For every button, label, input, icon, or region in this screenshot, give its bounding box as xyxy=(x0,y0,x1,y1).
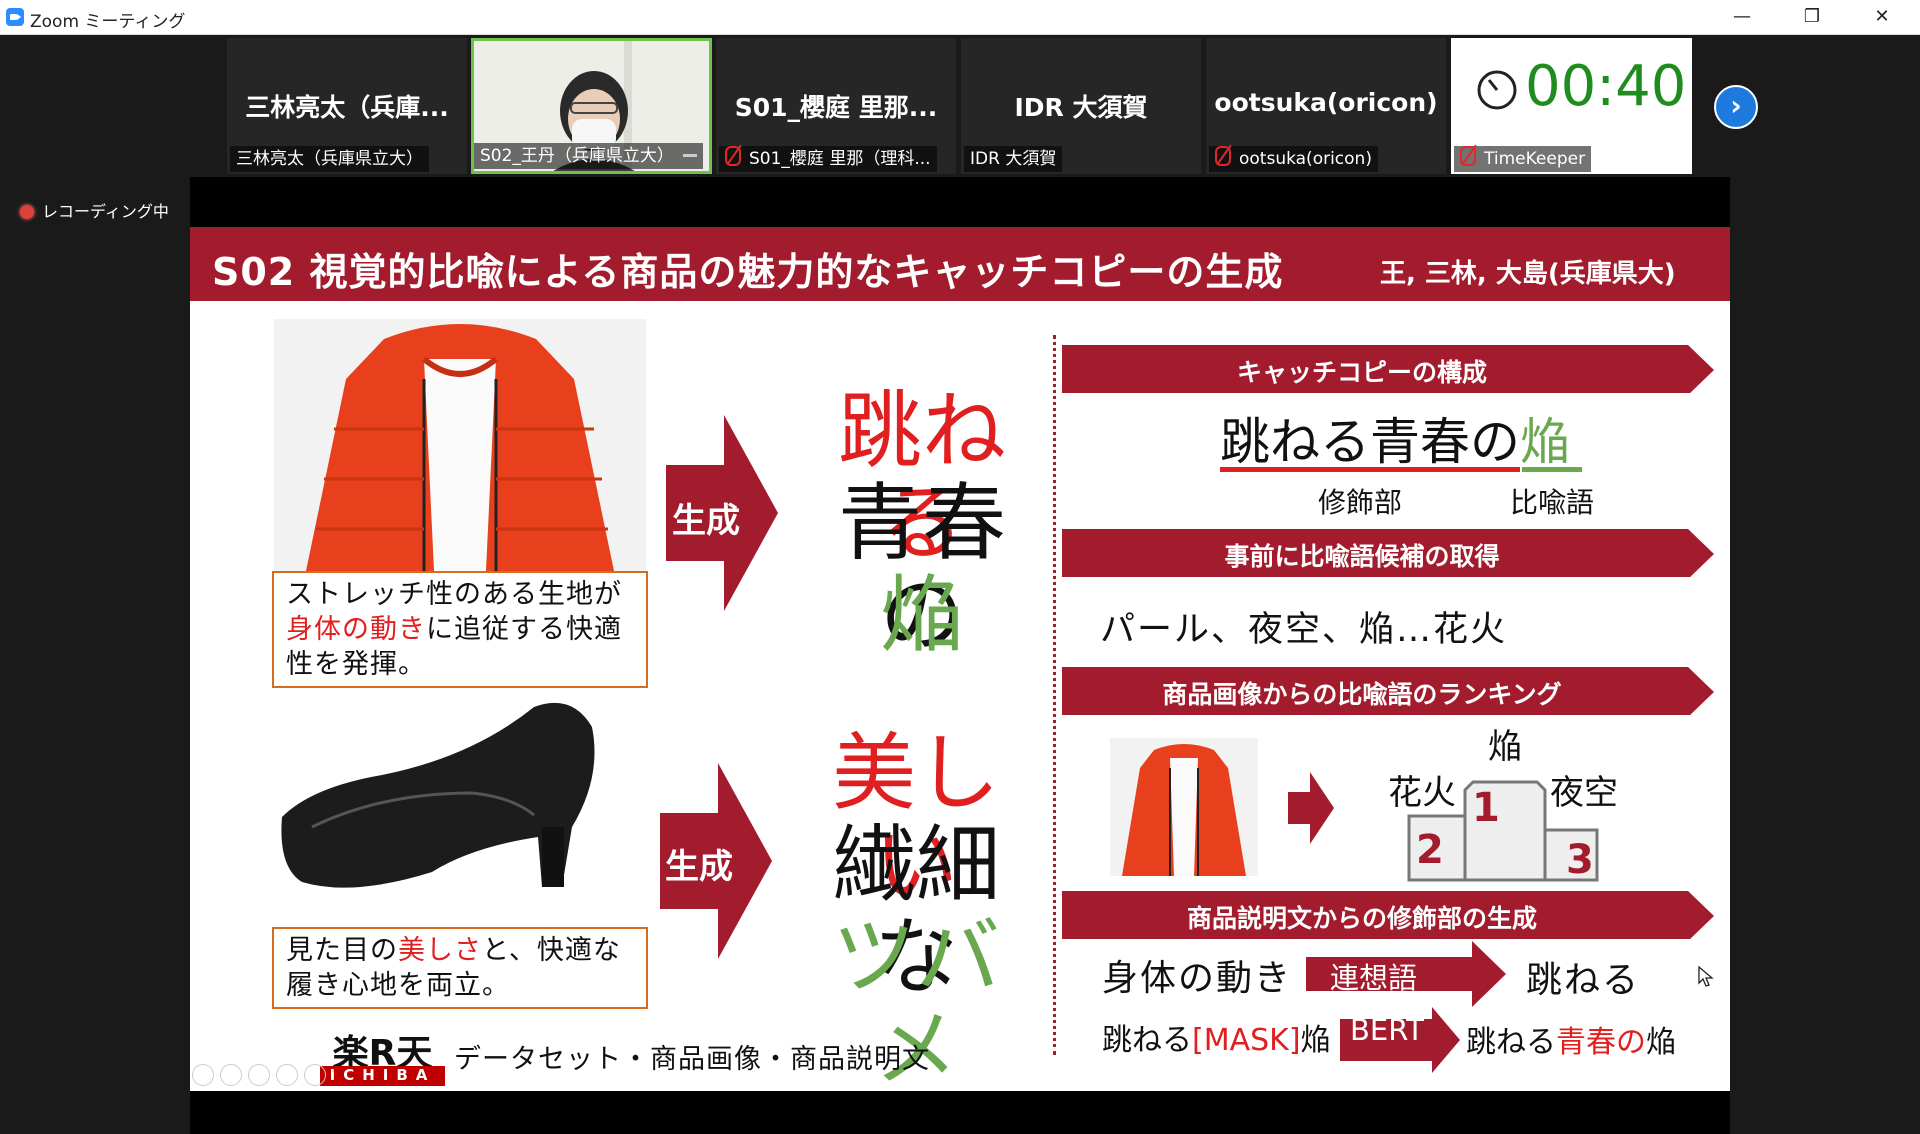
generated-highlight: 青春の xyxy=(1556,1025,1646,1060)
caption-example-1: ストレッチ性のある生地が身体の動きに追従する快適性を発揮。 xyxy=(272,571,648,688)
participant-tile[interactable]: S01_櫻庭 里那... S01_櫻庭 里那（理科... xyxy=(716,38,956,174)
participant-name: ootsuka(oricon) xyxy=(1214,88,1438,117)
participant-name: IDR 大須賀 xyxy=(1014,93,1148,122)
metaphor-label: 比喩語 xyxy=(1510,486,1595,519)
participant-name: S01_櫻庭 里那... xyxy=(734,93,938,122)
metaphor-candidates: パール、夜空、焔…花火 xyxy=(1100,610,1508,650)
prev-slide-icon[interactable] xyxy=(192,1064,214,1086)
phrase-modifier: 跳ねる青春の xyxy=(1220,413,1520,471)
zoom-icon[interactable] xyxy=(304,1064,326,1086)
pen-icon[interactable] xyxy=(248,1064,270,1086)
rakuten-logo-text: 楽R天 xyxy=(332,1033,433,1074)
grid-icon[interactable] xyxy=(276,1064,298,1086)
section-title: キャッチコピーの構成 xyxy=(1236,358,1487,387)
participant-tile-active-speaker[interactable]: S02_王丹（兵庫県立大） xyxy=(471,38,712,174)
catchcopy-word: 焔 xyxy=(879,566,964,664)
participant-tile[interactable]: ootsuka(oricon) ootsuka(oricon) xyxy=(1206,38,1446,174)
podium-number-3: 3 xyxy=(1566,837,1594,883)
caption-text: ストレッチ性のある生地が xyxy=(286,579,622,610)
shoe-product-image xyxy=(272,697,632,897)
mic-muted-icon xyxy=(1215,146,1231,166)
masked-post: 焔 xyxy=(1300,1023,1331,1058)
rank-1-word: 焔 xyxy=(1488,727,1522,767)
association-tag: 連想語 xyxy=(1330,961,1418,995)
rakuten-logo-sub: ICHIBA xyxy=(320,1066,445,1086)
minimize-button[interactable]: — xyxy=(1722,4,1762,30)
participant-label: TimeKeeper xyxy=(1454,146,1592,172)
window-titlebar: Zoom ミーティング — ❐ ✕ xyxy=(0,0,1920,35)
mask-token: [MASK] xyxy=(1192,1023,1301,1058)
slide-header: S02 視覚的比喩による商品の魅力的なキャッチコピーの生成 王, 三林, 大島(… xyxy=(190,227,1730,301)
input-phrase: 身体の動き xyxy=(1102,958,1293,999)
mic-muted-icon xyxy=(1460,146,1476,166)
caption-text: 見た目の xyxy=(286,935,398,966)
divider-line xyxy=(1053,335,1056,1055)
participant-label: ootsuka(oricon) xyxy=(1209,146,1378,172)
participant-label-text: ootsuka(oricon) xyxy=(1239,149,1372,169)
active-speaker-icon xyxy=(683,154,698,157)
catchcopy-phrase: 跳ねる青春の焔 xyxy=(1220,402,1570,474)
slide-title: S02 視覚的比喩による商品の魅力的なキャッチコピーの生成 xyxy=(212,250,1284,294)
mic-muted-icon xyxy=(725,146,741,166)
maximize-button[interactable]: ❐ xyxy=(1792,4,1832,30)
next-slide-icon[interactable] xyxy=(220,1064,242,1086)
masked-input: 跳ねる[MASK]焔 xyxy=(1102,1015,1331,1059)
participant-label: 三林亮太（兵庫県立大） xyxy=(230,146,429,172)
generated-catchcopy: 跳ねる青春の焔 xyxy=(1466,1017,1676,1061)
next-page-button[interactable]: › xyxy=(1714,85,1758,129)
metaphor-underline xyxy=(1522,467,1582,472)
presentation-slide: S02 視覚的比喩による商品の魅力的なキャッチコピーの生成 王, 三林, 大島(… xyxy=(190,227,1730,1091)
jacket-thumbnail-image xyxy=(1110,738,1258,876)
participant-tile[interactable]: 三林亮太（兵庫... 三林亮太（兵庫県立大） xyxy=(227,38,467,174)
window-title: Zoom ミーティング xyxy=(30,12,186,32)
participant-label: IDR 大須賀 xyxy=(964,146,1063,172)
caption-highlight: 身体の動き xyxy=(286,614,426,645)
recording-label: レコーディング中 xyxy=(42,202,169,221)
zoom-app-icon xyxy=(6,8,24,26)
record-dot-icon xyxy=(20,205,34,219)
participant-tile-timekeeper[interactable]: 00:40 TimeKeeper xyxy=(1451,38,1692,174)
podium-number-2: 2 xyxy=(1416,827,1444,873)
section-title: 事前に比喩語候補の取得 xyxy=(1224,542,1500,571)
output-word: 跳ねる xyxy=(1526,960,1641,1001)
modifier-underline xyxy=(1220,467,1520,472)
close-button[interactable]: ✕ xyxy=(1862,4,1902,30)
jacket-product-image xyxy=(274,319,646,571)
bert-tag: BERT xyxy=(1350,1013,1424,1047)
participant-label-text: S02_王丹（兵庫県立大） xyxy=(480,146,674,166)
phrase-metaphor: 焔 xyxy=(1520,413,1570,471)
participant-label-text: TimeKeeper xyxy=(1484,149,1586,169)
section-title: 商品説明文からの修飾部の生成 xyxy=(1186,904,1537,933)
participant-name: 三林亮太（兵庫... xyxy=(245,93,449,122)
participant-label-text: S01_櫻庭 里那（理科... xyxy=(749,149,931,169)
rakuten-logo: 楽R天 ICHIBA xyxy=(320,1024,445,1086)
generate-label: 生成 xyxy=(665,847,733,887)
slide-nav-controls[interactable] xyxy=(192,1064,332,1090)
rank-arrow xyxy=(1288,772,1334,844)
timer-display: 00:40 xyxy=(1525,54,1687,119)
stopwatch-icon xyxy=(1477,70,1517,110)
modifier-label: 修飾部 xyxy=(1318,486,1403,519)
section-title: 商品画像からの比喩語のランキング xyxy=(1162,680,1562,709)
slide-authors: 王, 三林, 大島(兵庫県大) xyxy=(1380,259,1676,289)
participant-label: S01_櫻庭 里那（理科... xyxy=(719,146,937,172)
podium-number-1: 1 xyxy=(1472,785,1500,831)
generate-label: 生成 xyxy=(672,501,740,541)
masked-pre: 跳ねる xyxy=(1102,1023,1192,1058)
caption-highlight: 美しさ xyxy=(398,935,482,966)
generated-post: 焔 xyxy=(1646,1025,1676,1060)
generated-pre: 跳ねる xyxy=(1466,1025,1556,1060)
chevron-right-icon: › xyxy=(1730,89,1742,122)
participant-label: S02_王丹（兵庫県立大） xyxy=(474,143,704,169)
mouse-cursor-icon xyxy=(1698,966,1714,987)
participant-tile[interactable]: IDR 大須賀 IDR 大須賀 xyxy=(961,38,1201,174)
dataset-text: データセット・商品画像・商品説明文 xyxy=(454,1044,930,1075)
recording-indicator[interactable]: レコーディング中 xyxy=(20,198,169,222)
caption-example-2: 見た目の美しさと、快適な履き心地を両立。 xyxy=(272,927,648,1009)
